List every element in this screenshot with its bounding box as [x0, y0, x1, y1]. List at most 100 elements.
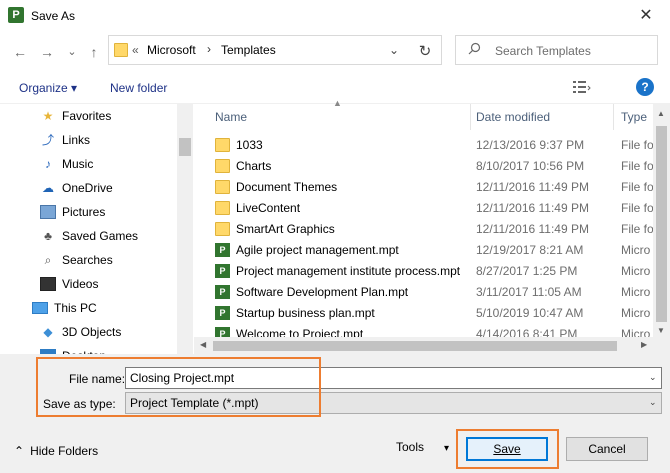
- close-button[interactable]: ✕: [622, 0, 670, 32]
- sidebar-item-label: Favorites: [62, 109, 112, 123]
- file-type: File fo: [621, 138, 654, 152]
- folder-icon: [215, 180, 230, 194]
- sidebar-item-label: Links: [62, 133, 91, 147]
- project-app-icon: P: [8, 7, 24, 23]
- folder-icon: [215, 201, 230, 215]
- file-row[interactable]: P Agile project management.mpt 12/19/2017 …: [215, 240, 655, 261]
- file-row[interactable]: LiveContent 12/11/2016 11:49 PM File fo: [215, 198, 655, 219]
- annotation-highlight: [36, 357, 321, 417]
- column-header-type[interactable]: Type: [621, 104, 647, 130]
- file-date: 8/27/2017 1:25 PM: [476, 264, 578, 278]
- file-date: 3/11/2017 11:05 AM: [476, 285, 582, 299]
- file-type: Micro: [621, 264, 651, 278]
- sidebar-item-label: Videos: [62, 277, 99, 291]
- file-row[interactable]: Document Themes 12/11/2016 11:49 PM File f…: [215, 177, 655, 198]
- file-list-scroll-thumb[interactable]: [656, 126, 667, 322]
- file-date: 5/10/2019 10:47 AM: [476, 306, 584, 320]
- chevron-down-icon[interactable]: ⌄: [649, 397, 657, 408]
- file-row[interactable]: P Welcome to Project.mpt 4/14/2016 8:41 PM…: [215, 324, 655, 337]
- sort-ascending-icon: ▲: [333, 98, 342, 108]
- folder-icon: [215, 159, 230, 173]
- hide-folders-label: Hide Folders: [30, 444, 99, 458]
- file-date: 4/14/2016 8:41 PM: [476, 327, 578, 337]
- pictures-icon: [40, 205, 56, 219]
- column-divider[interactable]: [470, 104, 471, 130]
- sidebar-item-label: OneDrive: [62, 181, 113, 195]
- file-date: 12/11/2016 11:49 PM: [476, 222, 589, 236]
- scroll-up-icon[interactable]: ▲: [657, 109, 665, 118]
- hide-folders-toggle[interactable]: ⌃ Hide Folders: [14, 444, 98, 458]
- chevron-up-icon: ⌃: [14, 444, 25, 458]
- horizontal-scroll-thumb[interactable]: [213, 341, 617, 351]
- file-name: Charts: [236, 159, 272, 173]
- scroll-right-icon[interactable]: ▶: [641, 340, 647, 349]
- file-type: File fo: [621, 159, 654, 173]
- breadcrumb-separator-icon[interactable]: ›: [207, 42, 211, 56]
- cancel-button[interactable]: Cancel: [566, 437, 648, 461]
- sidebar-item-label: Pictures: [62, 205, 106, 219]
- folder-icon: [215, 138, 230, 152]
- sidebar-item-label: Saved Games: [62, 229, 139, 243]
- file-type: Micro: [621, 285, 651, 299]
- file-type: Micro: [621, 306, 651, 320]
- forward-arrow-icon[interactable]: →: [38, 43, 56, 61]
- file-name: Startup business plan.mpt: [236, 306, 375, 320]
- address-dropdown-icon[interactable]: ⌄: [389, 43, 399, 57]
- 3d-objects-icon: ◆: [43, 325, 53, 339]
- links-icon: ⤴: [41, 133, 54, 147]
- refresh-icon[interactable]: ↻: [414, 42, 436, 60]
- file-date: 12/11/2016 11:49 PM: [476, 201, 589, 215]
- column-header-name[interactable]: Name: [215, 104, 247, 130]
- overflow-chevron[interactable]: «: [132, 43, 139, 57]
- onedrive-icon: ☁: [42, 181, 54, 195]
- help-icon[interactable]: ?: [636, 78, 654, 96]
- window-title: Save As: [31, 9, 76, 23]
- project-file-icon: P: [215, 327, 230, 337]
- project-file-icon: P: [215, 285, 230, 299]
- project-file-icon: P: [215, 306, 230, 320]
- search-input[interactable]: Search Templates: [455, 35, 658, 65]
- file-row[interactable]: P Software Development Plan.mpt 3/11/2017 …: [215, 282, 655, 303]
- file-date: 8/10/2017 10:56 PM: [476, 159, 585, 173]
- file-type: File fo: [621, 180, 654, 194]
- file-date: 12/13/2016 9:37 PM: [476, 138, 585, 152]
- sidebar-scroll-thumb[interactable]: [179, 138, 191, 156]
- file-name: Document Themes: [236, 180, 338, 194]
- column-header-date[interactable]: Date modified: [476, 104, 550, 130]
- sidebar-item-label: Searches: [62, 253, 113, 267]
- folder-icon: [114, 43, 128, 57]
- breadcrumb-microsoft[interactable]: Microsoft: [147, 43, 196, 57]
- file-name: Agile project management.mpt: [236, 243, 399, 257]
- file-row[interactable]: P Startup business plan.mpt 5/10/2019 10:4…: [215, 303, 655, 324]
- back-arrow-icon[interactable]: ←: [11, 43, 29, 61]
- scroll-left-icon[interactable]: ◀: [200, 340, 206, 349]
- organize-menu[interactable]: Organize ▾: [19, 81, 77, 95]
- file-name: 1033: [236, 138, 263, 152]
- chevron-down-icon: ▾: [444, 443, 450, 454]
- sidebar-item-label: Desktop: [62, 345, 106, 354]
- column-divider[interactable]: [613, 104, 614, 130]
- this-pc-icon: [32, 302, 48, 314]
- file-row[interactable]: SmartArt Graphics 12/11/2016 11:49 PM File…: [215, 219, 655, 240]
- scroll-down-icon[interactable]: ▼: [657, 326, 665, 335]
- file-type: Micro: [621, 327, 651, 337]
- file-date: 12/11/2016 11:49 PM: [476, 180, 589, 194]
- file-row[interactable]: Charts 8/10/2017 10:56 PM File fo: [215, 156, 655, 177]
- tools-menu[interactable]: Tools ▾: [396, 440, 449, 454]
- file-name: SmartArt Graphics: [236, 222, 335, 236]
- address-bar[interactable]: « Microsoft › Templates ⌄: [108, 35, 442, 65]
- annotation-highlight: [456, 429, 559, 469]
- title-bar: P Save As ✕: [0, 0, 670, 32]
- recent-locations-icon[interactable]: ⌄: [63, 43, 81, 61]
- view-options-icon[interactable]: [573, 80, 591, 97]
- file-name: Welcome to Project.mpt: [236, 327, 364, 337]
- new-folder-button[interactable]: New folder: [110, 81, 167, 95]
- sidebar-item-label: Music: [62, 157, 94, 171]
- file-row[interactable]: P Project management institute process.mp…: [215, 261, 655, 282]
- sidebar-item-label: 3D Objects: [62, 325, 122, 339]
- breadcrumb-templates[interactable]: Templates: [221, 43, 276, 57]
- file-name: Project management institute process.mpt: [236, 264, 461, 278]
- up-arrow-icon[interactable]: ↑: [85, 43, 103, 61]
- file-row[interactable]: 1033 12/13/2016 9:37 PM File fo: [215, 135, 655, 156]
- chevron-down-icon[interactable]: ⌄: [649, 372, 657, 383]
